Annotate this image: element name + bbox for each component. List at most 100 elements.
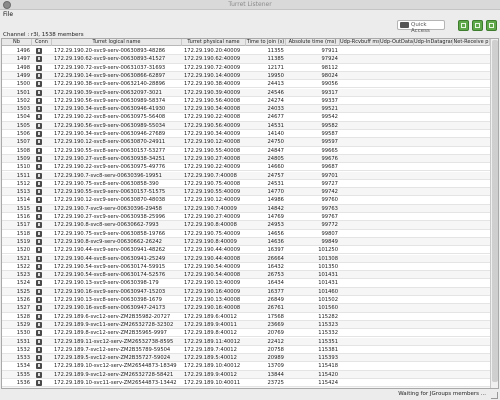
cell-time-to-join: 13844 xyxy=(267,371,284,378)
table-row[interactable]: 1519 172.29.190.8-svc9-serv-00630662-2624… xyxy=(2,237,490,247)
toolbar-button-3[interactable] xyxy=(486,20,497,31)
table-row[interactable]: 1510 172.29.190.22-svc9-serv-00630975-497… xyxy=(2,163,490,172)
cell-absolute-time: 99582 xyxy=(321,122,338,129)
cell-time-to-join: 22412 xyxy=(267,338,284,345)
connection-icon xyxy=(36,321,42,328)
table-row[interactable]: 1505 172.29.190.56-svc9-serv-00630989-550… xyxy=(2,121,490,130)
cell-nb: 1528 xyxy=(16,313,30,320)
resize-grip-icon[interactable] xyxy=(491,392,498,399)
table-row[interactable]: 1507 172.29.190.12-svc8-serv-00630870-249… xyxy=(2,138,490,147)
column-header-net-receive[interactable]: Net-Receive p xyxy=(453,39,490,46)
connection-icon xyxy=(36,255,42,262)
column-header-nb[interactable]: Nb xyxy=(2,39,32,46)
connection-icon xyxy=(36,230,42,237)
column-header-absolute-time[interactable]: Absolute time (ms) xyxy=(286,39,340,46)
table-row[interactable]: 1532 172.29.189.7-svc12-serv-ZM2B35789-59… xyxy=(2,346,490,355)
column-header-physical-name[interactable]: Turret physical name xyxy=(182,39,246,46)
table-row[interactable]: 1501 172.29.190.39-svc9-serv-00632097-302… xyxy=(2,88,490,97)
table-row[interactable]: 1504 172.29.190.22-svc8-serv-00630975-564… xyxy=(2,113,490,122)
cell-nb: 1526 xyxy=(16,297,30,303)
table-row[interactable]: 1508 172.29.190.55-svc8-serv-00630157-532… xyxy=(2,147,490,155)
cell-time-to-join: 24750 xyxy=(267,139,284,146)
table-row[interactable]: 1534 172.29.189.10-svc12-serv-ZM26544873-… xyxy=(2,362,490,371)
cell-time-to-join: 24953 xyxy=(267,222,284,229)
cell-nb: 1514 xyxy=(16,197,30,204)
cell-absolute-time: 101250 xyxy=(318,247,338,254)
table-row[interactable]: 1502 172.29.190.56-svc9-serv-00630989-583… xyxy=(2,97,490,106)
vertical-scrollbar[interactable] xyxy=(490,39,498,388)
connection-icon xyxy=(36,380,42,386)
table-row[interactable]: 1512 172.29.190.75-svc8-serv-00630858-390… xyxy=(2,180,490,189)
table-row[interactable]: 1531 172.29.189.11-svc12-serv-ZM26532738-… xyxy=(2,337,490,346)
column-header-time-to-join[interactable]: Time to join (s) xyxy=(246,39,286,46)
cell-time-to-join: 24757 xyxy=(267,172,284,179)
cell-physical-name: 172.29.190.22:40008 xyxy=(184,114,241,121)
table-row[interactable]: 1533 172.29.189.5-svc12-serv-ZM2B35727-59… xyxy=(2,354,490,363)
column-header-udp-rcvbuff[interactable]: Udp-Rcvbuff ms xyxy=(340,39,380,46)
table-row[interactable]: 1496 172.29.190.20-svc9-serv-00630893-482… xyxy=(2,47,490,56)
menu-file[interactable]: File xyxy=(3,11,13,18)
table-row[interactable]: 1499 172.29.190.14-svc9-serv-00630866-628… xyxy=(2,71,490,81)
cell-logical-name: 172.29.190.14-svc9-serv-00630866-62897 xyxy=(54,72,166,79)
connection-icon xyxy=(36,272,42,279)
column-header-udp-indatagram[interactable]: Udp-InDatagram xyxy=(414,39,453,46)
cell-time-to-join: 24531 xyxy=(267,180,284,187)
cell-absolute-time: 99767 xyxy=(321,214,338,220)
scrollbar-thumb[interactable] xyxy=(492,40,498,382)
table-row[interactable]: 1526 172.29.190.13-svc8-serv-00630398-167… xyxy=(2,296,490,305)
table-row[interactable]: 1528 172.29.189.6-svc12-serv-ZM2B35982-20… xyxy=(2,313,490,321)
cell-logical-name: 172.29.190.44-svc9-serv-00630941-48262 xyxy=(54,247,166,254)
cell-physical-name: 172.29.189.4:40011 xyxy=(182,387,246,388)
table-row[interactable]: 1527 172.29.190.16-svc8-serv-00630947-241… xyxy=(2,304,490,313)
table-row[interactable]: 1530 172.29.189.8-svc12-serv-ZM2B35965-99… xyxy=(2,329,490,338)
cell-logical-name: 172.29.190.62-svc9-serv-00630893-41527 xyxy=(54,56,166,63)
table-row[interactable]: 1524 172.29.190.13-svc9-serv-00630398-179… xyxy=(2,279,490,288)
table-row[interactable]: 1535 172.29.189.9-svc12-serv-ZM26532728-5… xyxy=(2,370,490,379)
members-table[interactable]: Nb Conn Turret logical name Turret physi… xyxy=(1,38,499,389)
column-header-logical-name[interactable]: Turret logical name xyxy=(52,39,182,46)
table-row[interactable]: 1498 172.29.190.72-svc9-serv-00631037-316… xyxy=(2,64,490,72)
table-row[interactable]: 1509 172.29.190.27-svc8-serv-00630938-342… xyxy=(2,154,490,164)
table-row[interactable]: 1523 172.29.190.54-svc8-serv-00630174-525… xyxy=(2,271,490,280)
connection-icon xyxy=(36,238,42,245)
cell-absolute-time: 99597 xyxy=(321,139,338,146)
table-row[interactable]: 1500 172.29.190.38-svc9-serv-00632140-288… xyxy=(2,80,490,89)
table-row[interactable]: 1517 172.29.190.8-svc8-serv-00630662-7993… xyxy=(2,221,490,230)
cell-logical-name: 172.29.190.34-svc8-serv-00630946-41930 xyxy=(54,106,166,113)
cell-absolute-time: 115282 xyxy=(318,313,338,320)
column-header-conn[interactable]: Conn xyxy=(32,39,52,46)
table-row[interactable]: 1521 172.29.190.44-svc8-serv-00630941-252… xyxy=(2,254,490,263)
table-row[interactable]: 1520 172.29.190.44-svc9-serv-00630941-482… xyxy=(2,246,490,255)
status-text: Waiting for JGroups members ... xyxy=(398,391,486,397)
table-row[interactable]: 1506 172.29.190.34-svc9-serv-00630946-276… xyxy=(2,130,490,139)
toolbar-button-1[interactable] xyxy=(458,20,469,31)
toolbar-button-2[interactable] xyxy=(472,20,483,31)
table-row[interactable]: 1516 172.29.190.27-svc9-serv-00630938-259… xyxy=(2,213,490,222)
table-row[interactable]: 1536 172.29.189.10-svc11-serv-ZM26544873-… xyxy=(2,379,490,388)
table-row[interactable]: 1522 172.29.190.54-svc9-serv-00630174-599… xyxy=(2,263,490,272)
connection-icon xyxy=(36,122,42,129)
cell-nb: 1504 xyxy=(16,114,30,121)
cell-logical-name: 172.29.190.8-svc9-serv-00630662-26242 xyxy=(54,238,162,245)
cell-logical-name: 172.29.190.13-svc8-serv-00630398-1679 xyxy=(54,297,162,303)
quick-access-input[interactable]: Quick Access xyxy=(397,20,445,34)
table-row[interactable]: 1497 172.29.190.62-svc9-serv-00630893-415… xyxy=(2,55,490,64)
cell-physical-name: 172.29.190.14:40009 xyxy=(184,72,241,79)
table-row[interactable]: 1529 172.29.189.9-svc11-serv-ZM26532728-3… xyxy=(2,320,490,330)
table-row[interactable]: 1537 172.29.189.4-svc11-serv-ZM28548696-3… xyxy=(2,387,490,388)
cell-physical-name: 172.29.190.34:40009 xyxy=(184,131,241,137)
cell-nb: 1498 xyxy=(16,64,30,71)
cell-physical-name: 172.29.190.55:40008 xyxy=(184,147,241,154)
table-row[interactable]: 1514 172.29.190.12-svc9-serv-00630870-480… xyxy=(2,196,490,205)
table-row[interactable]: 1513 172.29.190.55-svc9-serv-00630157-515… xyxy=(2,188,490,197)
table-row[interactable]: 1518 172.29.190.75-svc9-serv-00630858-197… xyxy=(2,230,490,238)
column-header-udp-outdatagram[interactable]: Udp-OutDatagra xyxy=(380,39,414,46)
cell-physical-name: 172.29.190.7:40009 xyxy=(184,205,237,212)
table-row[interactable]: 1515 172.29.190.7-svc9-serv-00630396-2945… xyxy=(2,204,490,213)
table-row[interactable]: 1525 172.29.190.16-svc9-serv-00630947-152… xyxy=(2,287,490,296)
table-row[interactable]: 1511 172.29.190.7-svc8-serv-00630396-1995… xyxy=(2,171,490,180)
table-row[interactable]: 1503 172.29.190.34-svc8-serv-00630946-419… xyxy=(2,105,490,114)
cell-nb: 1536 xyxy=(16,380,30,386)
cell-time-to-join: 14986 xyxy=(267,197,284,204)
toolbar: Quick Access xyxy=(0,19,500,34)
